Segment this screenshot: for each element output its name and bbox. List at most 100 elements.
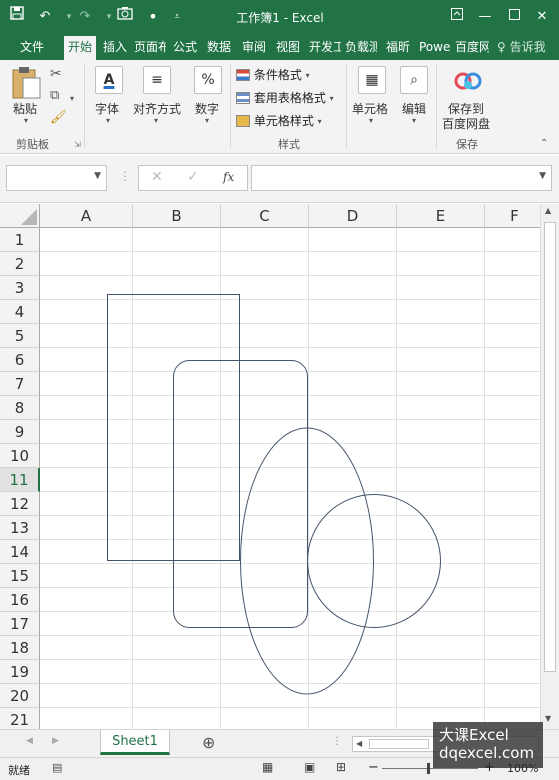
baidu-netdisk-icon — [454, 72, 482, 90]
font-icon: A — [95, 66, 123, 94]
alignment-dropdown-icon: ▾ — [154, 116, 159, 125]
tab-page-layout[interactable]: 页面布局 — [134, 34, 166, 60]
styles-group-label: 样式 — [278, 138, 300, 151]
cut-icon[interactable]: ✂ — [50, 66, 62, 82]
horizontal-scroll-thumb[interactable] — [369, 739, 429, 749]
alignment-icon: ≡ — [143, 66, 171, 94]
tab-load-test[interactable]: 负载测试 — [345, 34, 377, 60]
tab-review[interactable]: 审阅 — [239, 34, 269, 60]
cell-styles-button[interactable]: 单元格样式 ▾ — [236, 112, 346, 130]
editing-label: 编辑 — [402, 102, 427, 116]
page-layout-view-icon[interactable]: ▣ — [304, 760, 315, 774]
more-options-icon: ⋮ — [119, 169, 131, 183]
insert-function-button[interactable]: fx — [223, 170, 234, 184]
sheet-tab-sheet1[interactable]: Sheet1 — [100, 730, 170, 755]
zoom-slider[interactable] — [382, 768, 478, 769]
close-icon[interactable]: ✕ — [531, 6, 553, 28]
zoom-slider-thumb[interactable] — [427, 763, 430, 774]
alignment-label: 对齐方式 — [133, 102, 182, 116]
table-format-icon — [236, 91, 250, 104]
macro-record-icon[interactable]: ▤ — [52, 761, 62, 774]
zoom-out-button[interactable]: − — [368, 760, 379, 775]
chevron-down-icon[interactable]: ▼ — [94, 171, 101, 181]
vertical-scroll-thumb[interactable] — [544, 222, 556, 672]
group-separator — [436, 64, 437, 148]
cells-dropdown-icon: ▾ — [369, 116, 374, 125]
camera-icon[interactable] — [114, 6, 136, 28]
next-sheet-icon[interactable]: ▶ — [52, 736, 59, 746]
clipboard-group-label: 剪贴板 — [16, 138, 49, 151]
sheet-split-icon[interactable]: ⋮ — [332, 736, 342, 747]
expand-formula-icon[interactable]: ▼ — [539, 171, 546, 181]
font-dropdown-icon: ▾ — [106, 116, 111, 125]
percent-icon: % — [194, 66, 222, 94]
cells-icon: ▦ — [358, 66, 386, 94]
scroll-down-icon[interactable]: ▼ — [545, 714, 551, 723]
cell-styles-icon — [236, 114, 250, 127]
formula-bar: ▼ ⋮ ✕ ✓ fx ▼ — [0, 155, 559, 203]
tab-data[interactable]: 数据 — [204, 34, 234, 60]
page-break-view-icon[interactable]: ⊞ — [336, 760, 346, 774]
worksheet-grid[interactable]: ABCDEF 1 2 3 4 5 6 7 8 9 10 11 12 13 14 15 16 17 18 19 20 21 — [0, 204, 540, 729]
restore-icon[interactable] — [503, 6, 525, 28]
ribbon-display-icon[interactable] — [446, 6, 468, 28]
tab-foxit[interactable]: 福昕 — [381, 34, 415, 60]
redo-icon[interactable]: ↷ — [74, 6, 96, 28]
name-box[interactable]: ▼ — [6, 165, 107, 191]
paste-button[interactable]: 粘贴 ▾ — [8, 64, 46, 126]
alignment-button[interactable]: ≡ 对齐方式 ▾ — [132, 64, 184, 126]
customize-icon[interactable]: ⩡ — [166, 6, 188, 28]
number-dropdown-icon: ▾ — [205, 116, 210, 125]
chevron-down-icon: ▾ — [305, 71, 310, 80]
undo-icon[interactable]: ↶ — [34, 6, 56, 28]
group-separator — [84, 64, 85, 148]
tab-power[interactable]: Power — [419, 34, 451, 60]
save-to-baidu-button[interactable]: 保存到 百度网盘 — [440, 64, 496, 131]
copy-icon[interactable]: ⧉ — [50, 88, 59, 103]
scroll-up-icon[interactable]: ▲ — [545, 206, 551, 215]
cells-button[interactable]: ▦ 单元格 ▾ — [352, 64, 392, 126]
paste-label: 粘贴 — [13, 102, 38, 116]
scroll-left-icon[interactable]: ◀ — [356, 739, 362, 748]
format-painter-icon[interactable]: 🖌 — [50, 110, 67, 125]
tell-me-search[interactable]: ♀ 告诉我 — [497, 34, 555, 60]
minimize-icon[interactable]: — — [474, 6, 496, 28]
conditional-format-button[interactable]: 条件格式 ▾ — [236, 66, 346, 84]
add-sheet-button[interactable]: ⊕ — [202, 733, 215, 752]
format-as-table-button[interactable]: 套用表格格式 ▾ — [236, 89, 346, 107]
tab-file[interactable]: 文件 — [8, 34, 56, 60]
number-button[interactable]: % 数字 ▾ — [192, 64, 226, 126]
cells-label: 单元格 — [352, 102, 389, 116]
tab-view[interactable]: 视图 — [273, 34, 303, 60]
vertical-scrollbar[interactable]: ▲ ▼ — [540, 204, 559, 729]
tab-baidu[interactable]: 百度网盘 — [455, 34, 489, 60]
number-label: 数字 — [195, 102, 220, 116]
touch-mode-icon[interactable]: • — [142, 6, 164, 28]
tab-developer[interactable]: 开发工具 — [309, 34, 341, 60]
font-button[interactable]: A 字体 ▾ — [92, 64, 126, 126]
prev-sheet-icon[interactable]: ◀ — [26, 736, 33, 746]
group-separator — [230, 64, 231, 148]
cancel-button[interactable]: ✕ — [151, 169, 163, 185]
lightbulb-icon: ♀ — [497, 40, 506, 54]
rounded-rectangle-shape[interactable] — [173, 360, 308, 628]
ribbon-tabs: 文件 开始 插入 页面布局 公式 数据 审阅 视图 开发工具 负载测试 福昕 P… — [0, 34, 559, 60]
enter-button[interactable]: ✓ — [187, 169, 199, 185]
normal-view-icon[interactable]: ▦ — [262, 760, 273, 774]
copy-dropdown-icon[interactable]: ▾ — [70, 94, 74, 103]
editing-button[interactable]: ⌕ 编辑 ▾ — [398, 64, 432, 126]
editing-dropdown-icon: ▾ — [412, 116, 417, 125]
dialog-launcher-icon[interactable]: ⇲ — [74, 140, 81, 149]
collapse-ribbon-icon[interactable]: ⌃ — [540, 138, 548, 149]
formula-input[interactable]: ▼ — [251, 165, 552, 191]
save-to-baidu-label-2: 百度网盘 — [442, 117, 491, 131]
tab-formulas[interactable]: 公式 — [170, 34, 200, 60]
watermark: 大课Excel dqexcel.com — [433, 722, 543, 768]
watermark-line-1: 大课Excel — [439, 726, 509, 744]
font-label: 字体 — [95, 102, 120, 116]
tab-insert[interactable]: 插入 — [100, 34, 130, 60]
save-icon[interactable] — [6, 6, 28, 28]
tab-home[interactable]: 开始 — [64, 36, 96, 60]
group-separator — [346, 64, 347, 148]
watermark-line-2: dqexcel.com — [439, 744, 535, 762]
